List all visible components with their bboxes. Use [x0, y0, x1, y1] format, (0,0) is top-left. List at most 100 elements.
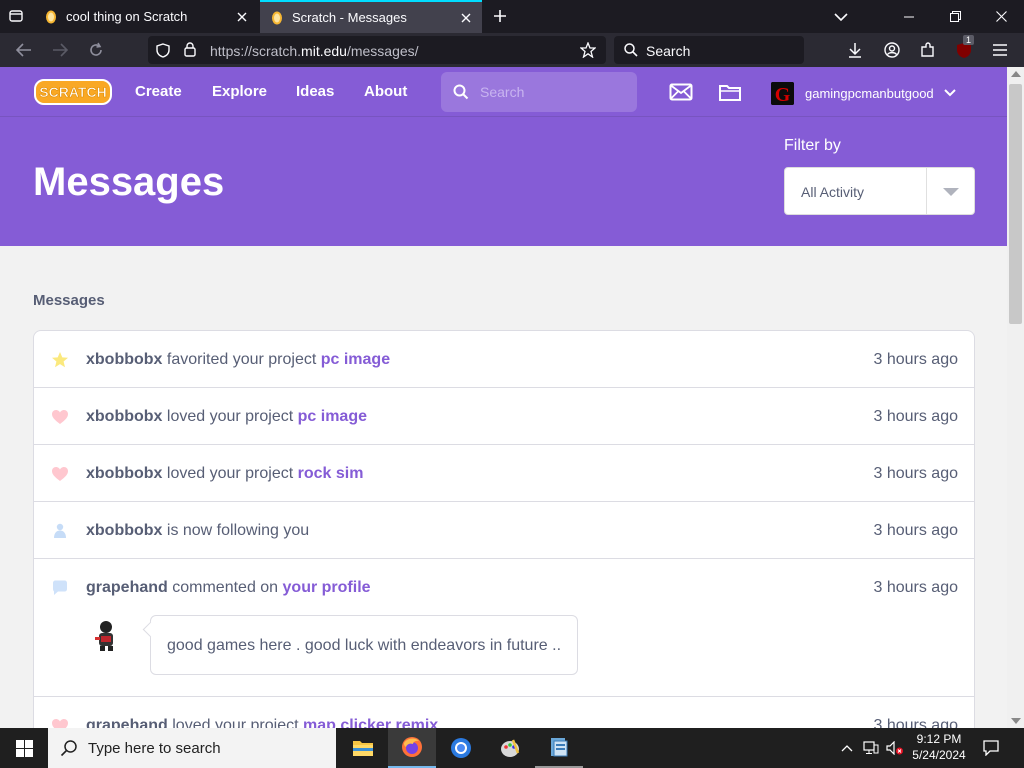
volume-button[interactable] — [884, 728, 906, 768]
extensions-button[interactable] — [915, 37, 941, 63]
comment-bubble: good games here . good luck with endeavo… — [150, 615, 578, 675]
nav-about[interactable]: About — [364, 83, 407, 100]
reload-icon — [90, 42, 102, 56]
url-bar[interactable]: https://scratch.mit.edu/messages/ — [148, 36, 606, 64]
account-icon — [884, 42, 900, 58]
scratch-logo[interactable]: SCRATCH — [34, 79, 112, 105]
tab-cool-thing[interactable]: cool thing on Scratch — [34, 0, 258, 33]
filter-label: Filter by — [784, 137, 841, 154]
nav-ideas[interactable]: Ideas — [296, 83, 334, 100]
message-username[interactable]: grapehand — [86, 579, 168, 596]
message-project-link[interactable]: rock sim — [298, 465, 364, 482]
heart-icon — [52, 410, 68, 424]
new-tab-button[interactable] — [488, 4, 512, 28]
search-icon — [453, 84, 469, 100]
message-username[interactable]: xbobbobx — [86, 465, 162, 482]
scrollbar-thumb[interactable] — [1009, 84, 1022, 324]
minimize-button[interactable] — [886, 0, 932, 33]
forward-button[interactable] — [47, 37, 73, 63]
scratch-favicon-icon — [270, 11, 284, 25]
message-username[interactable]: grapehand — [86, 717, 168, 728]
heart-icon — [52, 467, 68, 481]
filter-dropdown[interactable]: All Activity — [784, 167, 975, 215]
message-project-link[interactable]: pc image — [321, 351, 390, 368]
heart-icon — [52, 719, 68, 728]
browser-search-bar[interactable]: Search — [614, 36, 804, 64]
download-icon — [849, 43, 861, 58]
bookmark-star-icon[interactable] — [580, 42, 596, 58]
tab-overflow-button[interactable] — [818, 0, 864, 33]
back-button[interactable] — [11, 37, 37, 63]
message-time: 3 hours ago — [873, 579, 958, 596]
windows-taskbar: Type here to search 9:12 PM 5/24/2024 — [0, 728, 1024, 768]
message-project-link[interactable]: pc image — [298, 408, 367, 425]
taskbar-chrome[interactable] — [437, 728, 485, 768]
message-text: grapehand loved your project map clicker… — [86, 717, 438, 728]
dropdown-arrow-icon — [943, 188, 959, 196]
tray-overflow-button[interactable] — [837, 728, 857, 768]
taskbar-search-box[interactable]: Type here to search — [48, 728, 336, 768]
star-icon — [52, 352, 68, 368]
extension-badge: 1 — [963, 35, 975, 45]
volume-muted-icon — [886, 741, 903, 755]
message-time: 3 hours ago — [873, 408, 958, 425]
reload-button[interactable] — [83, 37, 109, 63]
message-username[interactable]: xbobbobx — [86, 522, 162, 539]
close-window-button[interactable] — [978, 0, 1024, 33]
message-profile-link[interactable]: your profile — [283, 579, 371, 596]
chrome-icon — [451, 738, 471, 758]
filter-divider — [926, 168, 927, 214]
scratch-favicon-icon — [44, 10, 58, 24]
taskbar-clock[interactable]: 9:12 PM 5/24/2024 — [906, 731, 972, 763]
username-label[interactable]: gamingpcmanbutgood — [805, 86, 934, 101]
taskbar-paint[interactable] — [486, 728, 534, 768]
puzzle-icon — [921, 42, 934, 57]
message-row: grapehand loved your project map clicker… — [34, 697, 974, 728]
nav-create[interactable]: Create — [135, 83, 182, 100]
network-button[interactable] — [860, 728, 882, 768]
paint-palette-icon — [501, 739, 520, 757]
commenter-avatar[interactable] — [88, 617, 124, 653]
message-username[interactable]: xbobbobx — [86, 351, 162, 368]
my-stuff-folder-icon[interactable] — [718, 81, 742, 103]
scratch-page: SCRATCH Create Explore Ideas About Searc… — [0, 67, 1007, 728]
message-text: xbobbobx is now following you — [86, 522, 310, 539]
user-avatar[interactable]: G — [771, 82, 794, 105]
close-tab-icon[interactable] — [454, 6, 478, 30]
search-bar-label: Search — [646, 43, 691, 59]
scratch-top-nav: SCRATCH Create Explore Ideas About Searc… — [0, 67, 1007, 117]
restore-button[interactable] — [932, 0, 978, 33]
menu-button[interactable] — [987, 37, 1013, 63]
hamburger-menu-icon — [993, 44, 1007, 56]
message-username[interactable]: xbobbobx — [86, 408, 162, 425]
taskbar-search-placeholder: Type here to search — [88, 740, 221, 757]
message-project-link[interactable]: map clicker remix — [303, 717, 438, 728]
clock-time: 9:12 PM — [916, 732, 962, 746]
page-scrollbar[interactable] — [1007, 67, 1024, 728]
downloads-button[interactable] — [842, 37, 868, 63]
close-tab-icon[interactable] — [230, 5, 254, 29]
shield-icon[interactable] — [156, 43, 170, 58]
lock-icon[interactable] — [184, 42, 196, 57]
tab-title: cool thing on Scratch — [66, 9, 188, 24]
ublock-extension-button[interactable]: 1 — [951, 35, 977, 63]
scroll-down-arrow-icon[interactable] — [1011, 718, 1021, 724]
taskbar-app[interactable] — [535, 728, 583, 768]
list-all-tabs-button[interactable] — [4, 4, 28, 28]
svg-text:SCRATCH: SCRATCH — [39, 84, 106, 100]
svg-text:G: G — [775, 84, 791, 105]
messages-envelope-icon[interactable] — [669, 81, 693, 103]
taskbar-firefox[interactable] — [388, 728, 436, 768]
taskbar-file-explorer[interactable] — [339, 728, 387, 768]
message-time: 3 hours ago — [873, 465, 958, 482]
nav-explore[interactable]: Explore — [212, 83, 267, 100]
account-button[interactable] — [879, 37, 905, 63]
notifications-button[interactable] — [980, 728, 1002, 768]
chevron-down-icon[interactable] — [943, 86, 957, 100]
tab-scratch-messages[interactable]: Scratch - Messages — [260, 0, 482, 33]
scroll-up-arrow-icon[interactable] — [1011, 71, 1021, 77]
site-search-input[interactable]: Search — [441, 72, 637, 112]
message-list: xbobbobx favorited your project pc image… — [33, 330, 975, 728]
start-button[interactable] — [0, 728, 48, 768]
folder-icon — [353, 741, 373, 756]
